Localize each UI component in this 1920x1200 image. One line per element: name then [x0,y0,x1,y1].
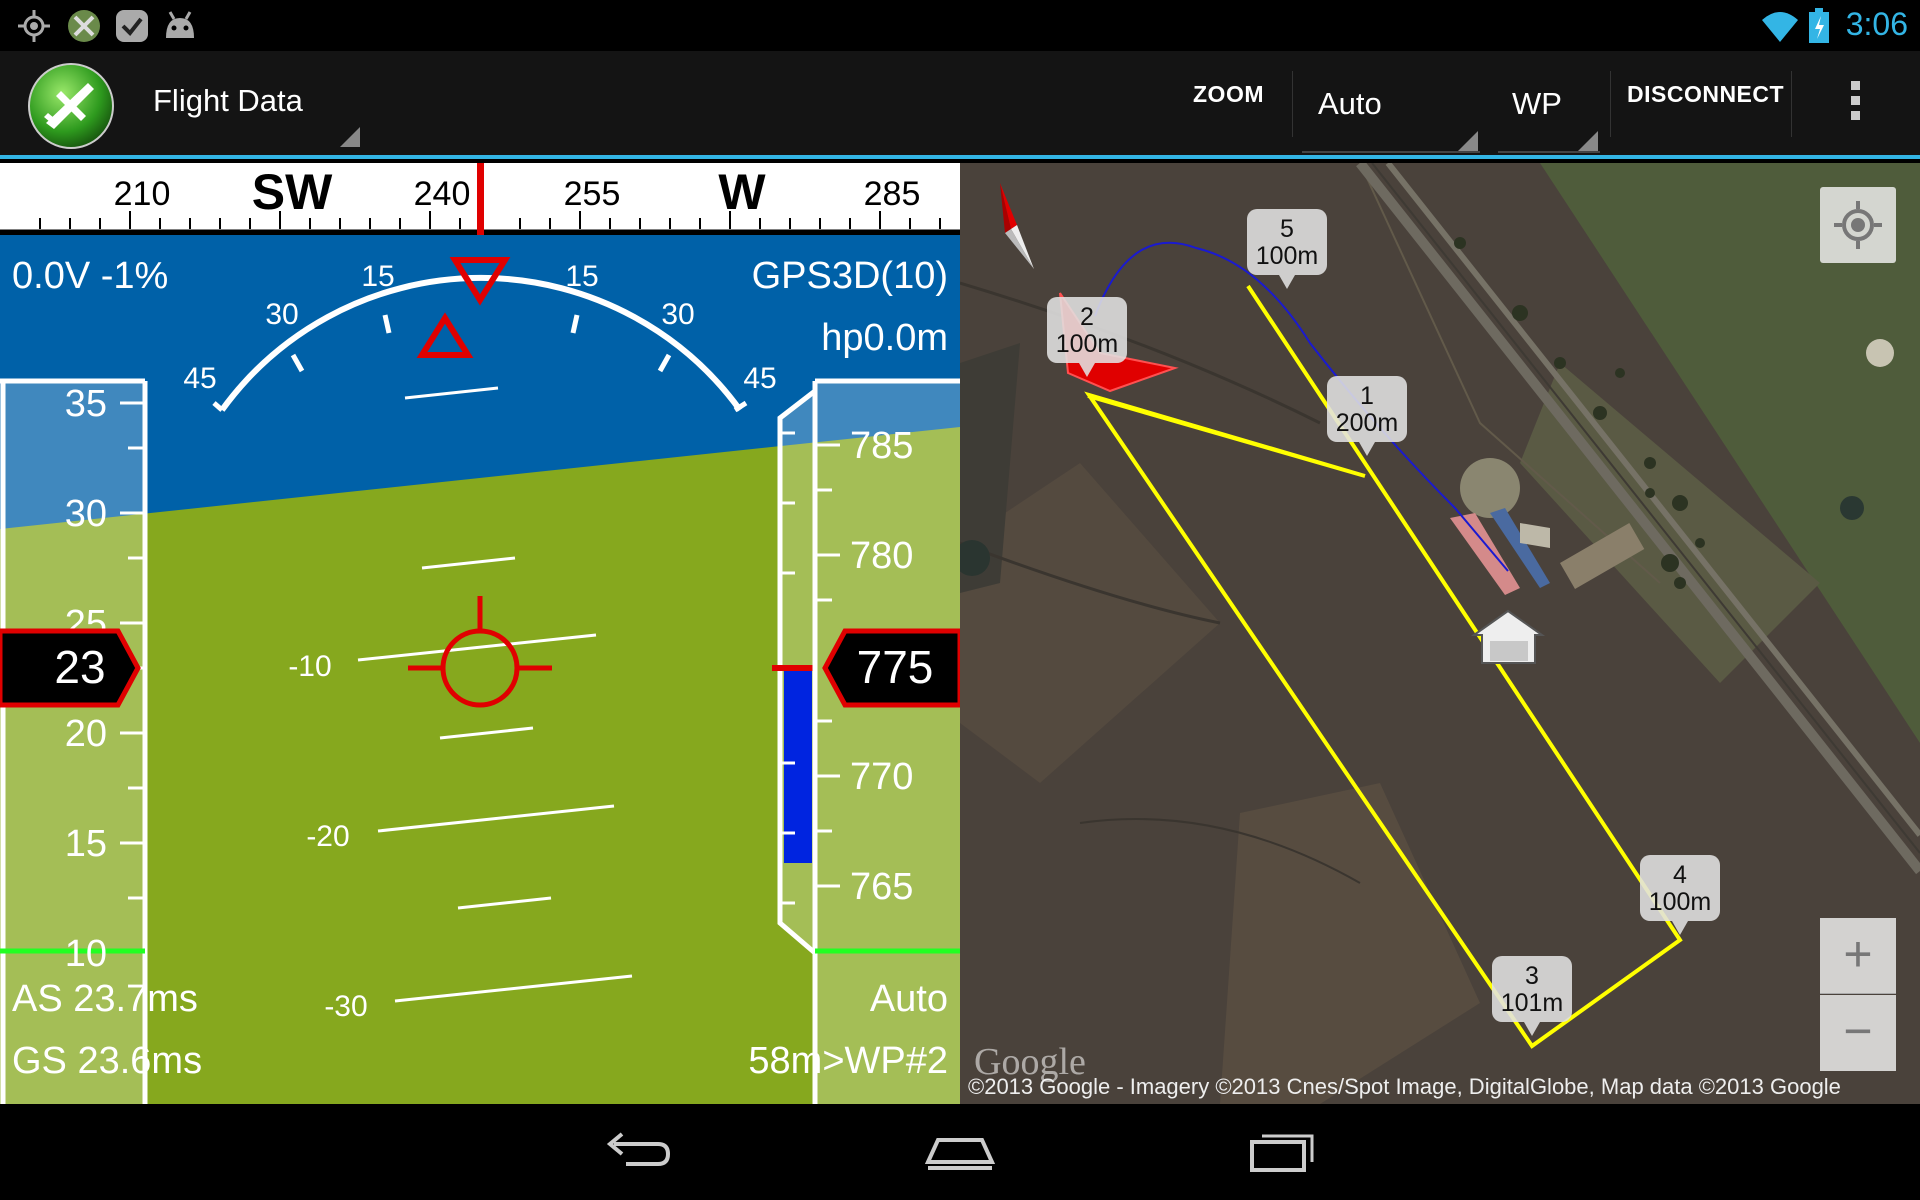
heading-tick-label: 255 [564,175,621,213]
android-icon [166,11,194,38]
speed-tick-label: 30 [65,493,107,535]
navigation-bar [0,1104,1920,1200]
home-altitude: hp0.0m [821,317,948,359]
heading-cardinal-label: W [718,164,766,220]
speed-tick-label: 20 [65,713,107,755]
home-nav-icon[interactable] [920,1122,1000,1182]
app-notification-icon [68,10,100,42]
divider [1610,71,1611,137]
speed-tick-label: 10 [65,933,107,975]
flight-mode-select[interactable]: Auto [1318,86,1382,122]
waypoint-marker-1[interactable]: 1 200m [1327,376,1407,456]
waypoint-marker-2[interactable]: 2 100m [1047,297,1127,377]
airspeed-readout: AS 23.7ms [12,978,198,1020]
attitude-indicator: 210 SW 240 255 W 285 45 30 15 15 30 45 -… [0,163,960,1104]
battery-status: 0.0V -1% [12,255,169,297]
altitude-tick-label: 785 [850,425,913,467]
divider [1292,71,1293,137]
zoom-out-button[interactable]: − [1820,995,1896,1071]
altitude-tick-label: 770 [850,756,913,798]
heading-cardinal-label: SW [252,164,333,220]
gps-status: GPS3D(10) [751,255,948,297]
map-view[interactable]: 5 100m 2 100m 1 200m 4 100m 3 101m + − Google… [960,163,1920,1104]
roll-label: 15 [361,260,394,293]
crosshair-icon [1834,201,1882,249]
check-icon [116,10,148,42]
status-time: 3:06 [1845,6,1908,42]
recent-apps-icon[interactable] [1244,1122,1324,1182]
page-title[interactable]: Flight Data [153,83,303,119]
chevron-down-icon [340,127,360,147]
speed-tick-label: 15 [65,823,107,865]
roll-label: 30 [265,298,298,331]
hud-panel: 210 SW 240 255 W 285 45 30 15 15 30 45 -… [0,163,960,1104]
speed-tick-label: 35 [65,383,107,425]
divider [1498,151,1600,153]
pitch-label: -30 [324,990,367,1023]
roll-label: 45 [743,362,776,395]
roll-label: 15 [565,260,598,293]
zoom-in-button[interactable]: + [1820,918,1896,994]
gps-icon [18,10,50,42]
roll-label: 45 [183,362,216,395]
vertical-speed-tape [772,385,818,959]
waypoint-select[interactable]: WP [1512,86,1562,122]
pitch-label: -20 [306,820,349,853]
divider [1302,151,1480,153]
heading-tick-label: 210 [114,175,171,213]
heading-pointer [477,163,484,245]
pitch-label: -10 [288,650,331,683]
my-location-button[interactable] [1820,187,1896,263]
heading-tick-label: 285 [864,175,921,213]
battery-icon [1809,8,1829,43]
waypoint-marker-5[interactable]: 5 100m [1247,209,1327,289]
chevron-down-icon [1458,131,1478,151]
overflow-menu-icon[interactable] [1845,81,1865,131]
chevron-down-icon [1578,131,1598,151]
waypoint-distance-readout: 58m>WP#2 [748,1040,948,1082]
zoom-button[interactable]: ZOOM [1193,81,1264,108]
waypoint-marker-4[interactable]: 4 100m [1640,855,1720,935]
app-logo-icon[interactable] [26,61,116,151]
back-icon[interactable] [596,1122,676,1182]
disconnect-button[interactable]: DISCONNECT [1627,81,1784,108]
altitude-value: 775 [857,641,934,693]
heading-tick-label: 240 [414,175,471,213]
groundspeed-readout: GS 23.6ms [12,1040,203,1082]
altitude-tick-label: 780 [850,535,913,577]
flight-mode-readout: Auto [869,978,948,1020]
map-attribution: ©2013 Google - Imagery ©2013 Cnes/Spot I… [968,1074,1841,1099]
roll-label: 30 [661,298,694,331]
speed-value: 23 [54,641,105,693]
wifi-icon [1762,12,1798,42]
waypoint-marker-3[interactable]: 3 101m [1492,956,1572,1036]
action-bar: Flight Data ZOOM Auto WP DISCONNECT [0,51,1920,159]
status-bar: 3:06 [0,0,1920,51]
altitude-tick-label: 765 [850,866,913,908]
divider [1791,71,1792,137]
